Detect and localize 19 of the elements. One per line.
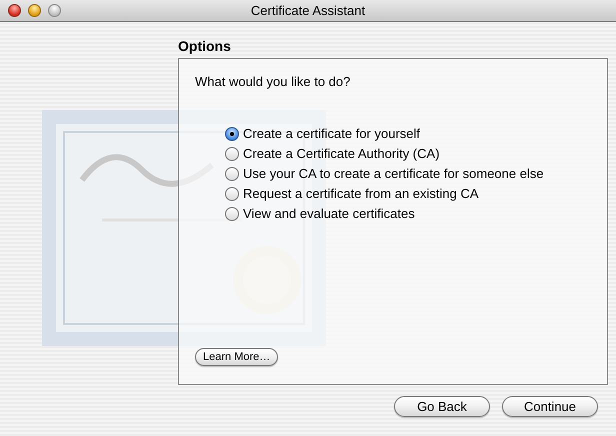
go-back-button[interactable]: Go Back: [394, 396, 490, 417]
radio-button[interactable]: [225, 186, 239, 200]
radio-option[interactable]: View and evaluate certificates: [225, 206, 591, 222]
learn-more-button[interactable]: Learn More…: [195, 348, 278, 366]
zoom-button[interactable]: [48, 4, 61, 17]
radio-option[interactable]: Create a Certificate Authority (CA): [225, 146, 591, 162]
section-title: Options: [178, 38, 232, 54]
radio-button[interactable]: [225, 206, 239, 220]
minimize-button[interactable]: [28, 4, 41, 17]
close-button[interactable]: [8, 4, 21, 17]
radio-option[interactable]: Request a certificate from an existing CA: [225, 186, 591, 202]
continue-button[interactable]: Continue: [502, 396, 598, 417]
radio-button[interactable]: [225, 146, 239, 160]
radio-option[interactable]: Create a certificate for yourself: [225, 126, 591, 142]
question-text: What would you like to do?: [195, 73, 352, 91]
window-title: Certificate Assistant: [250, 2, 366, 20]
radio-button[interactable]: [225, 166, 239, 180]
radio-button[interactable]: [225, 126, 239, 140]
radio-option[interactable]: Use your CA to create a certificate for someone else: [225, 166, 591, 182]
